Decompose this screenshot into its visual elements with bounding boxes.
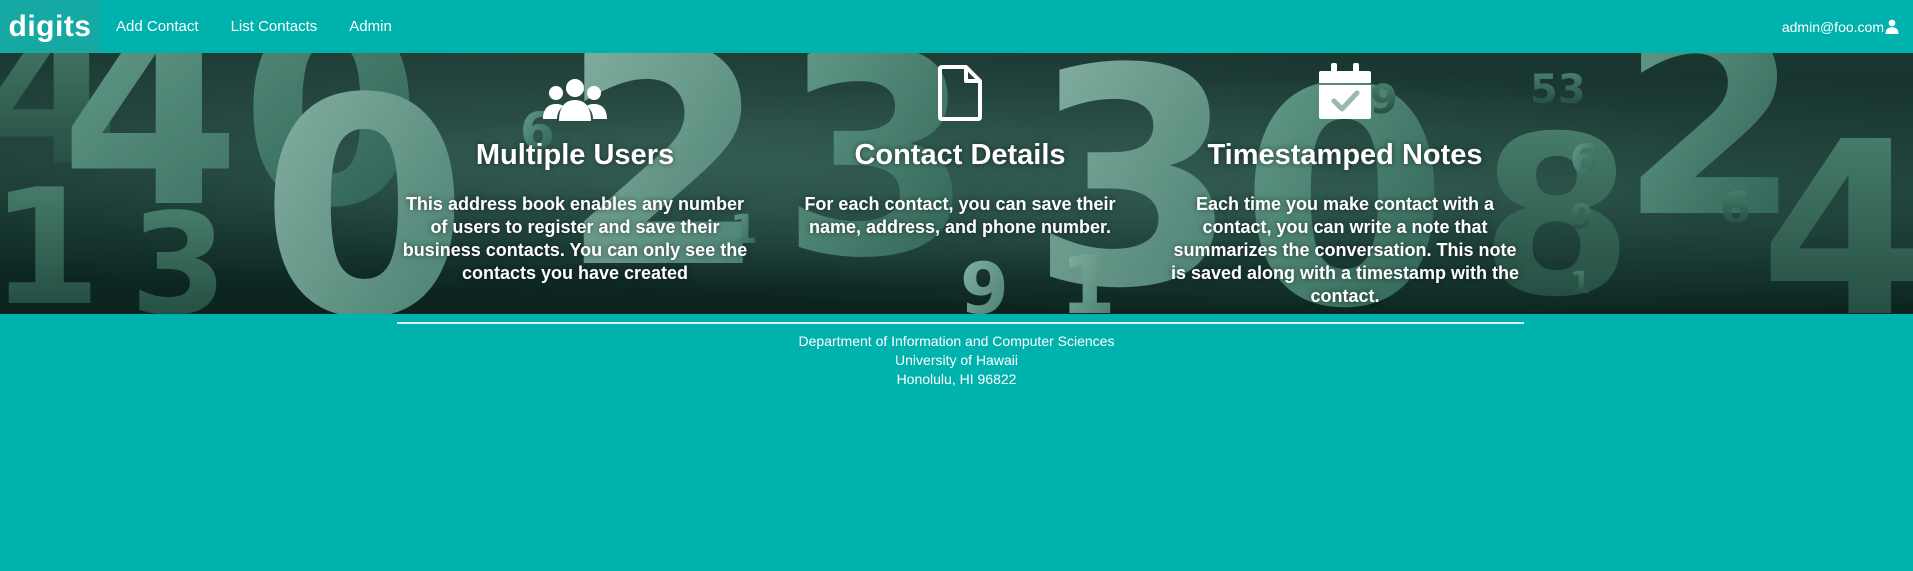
footer-divider [397,322,1524,324]
user-email: admin@foo.com [1781,18,1884,35]
hero-banner: 4 40 0 3 1 2 3 3 0 8 2 4 6 9 53 6 9 6 9 … [0,53,1913,314]
feature-description: Each time you make contact with a contac… [1170,194,1520,306]
feature-icon-container [1165,53,1525,123]
feature-multiple-users: Multiple Users This address book enables… [395,53,755,285]
feature-title: Multiple Users [475,139,675,171]
feature-contact-details: Contact Details For each contact, you ca… [780,53,1140,239]
brand-logo[interactable]: digits [0,0,100,53]
footer-university: University of Hawaii [895,352,1018,368]
file-icon [938,65,982,121]
user-icon [1885,19,1899,34]
footer-city: Honolulu, HI 96822 [896,371,1017,387]
feature-icon-container [395,53,755,123]
footer-department: Department of Information and Computer S… [798,333,1115,349]
feature-description: For each contact, you can save their nam… [804,194,1116,237]
page-footer: Department of Information and Computer S… [0,314,1913,571]
users-icon [543,79,607,121]
nav-add-contact[interactable]: Add Contact [116,18,199,35]
top-navbar: digits Add Contact List Contacts Admin a… [0,0,1913,53]
nav-admin[interactable]: Admin [349,18,392,35]
feature-icon-container [780,53,1140,123]
feature-timestamped-notes: Timestamped Notes Each time you make con… [1165,53,1525,308]
calendar-check-icon [1319,63,1371,119]
feature-description: This address book enables any number of … [402,194,748,283]
nav-list-contacts[interactable]: List Contacts [231,18,318,35]
footer-address: Department of Information and Computer S… [0,332,1913,389]
user-menu[interactable]: admin@foo.com [1782,19,1899,35]
feature-title: Timestamped Notes [1207,139,1483,171]
feature-title: Contact Details [854,139,1066,171]
